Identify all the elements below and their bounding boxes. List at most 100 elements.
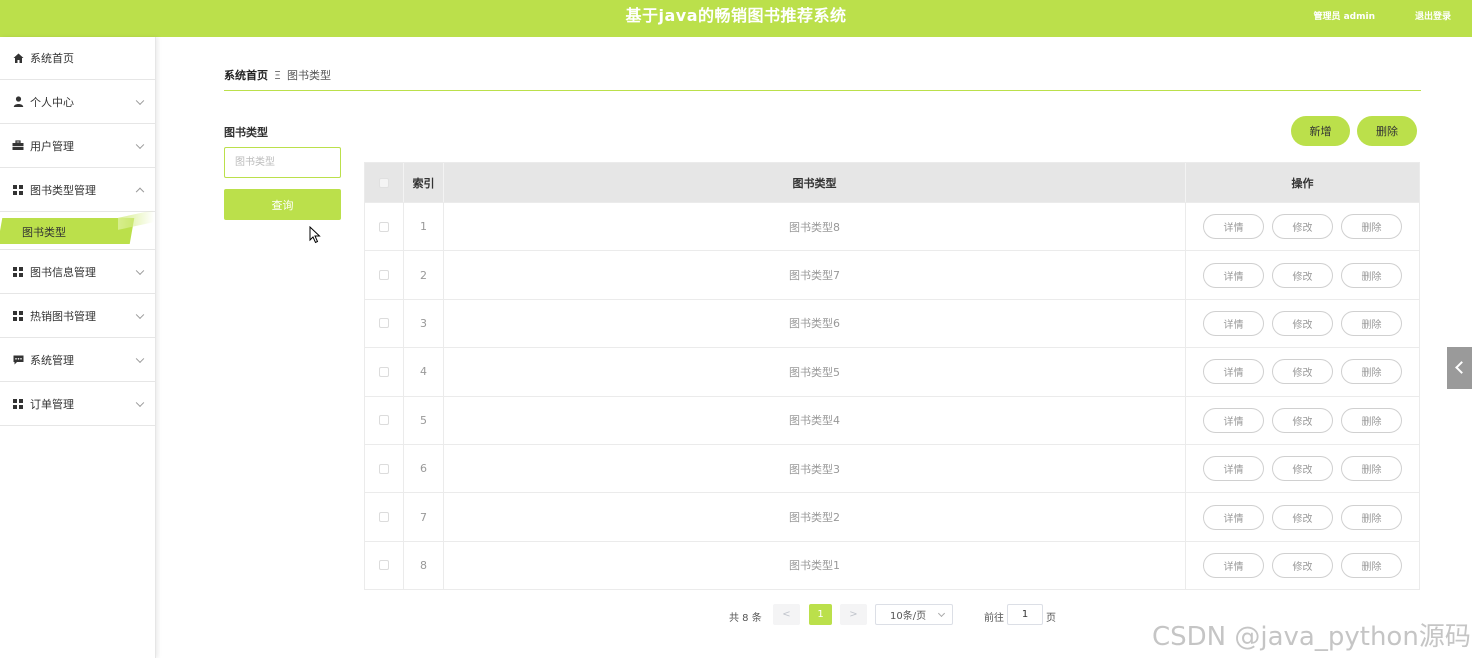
delete-button[interactable]: 删除 <box>1341 359 1402 385</box>
side-panel-toggle[interactable] <box>1447 347 1472 389</box>
top-bar: 基于java的畅销图书推荐系统 管理员 admin 退出登录 <box>0 0 1472 37</box>
row-checkbox[interactable] <box>379 318 389 329</box>
chevron-down-icon <box>135 398 145 407</box>
sidebar-item-label: 热销图书管理 <box>30 309 96 323</box>
pagination-prev-button[interactable]: < <box>773 604 800 625</box>
detail-button[interactable]: 详情 <box>1203 456 1264 482</box>
table-row: 6 图书类型3 详情 修改 删除 <box>365 443 1419 493</box>
row-book-type: 图书类型6 <box>444 299 1186 348</box>
mouse-cursor-icon <box>309 225 321 248</box>
batch-delete-button[interactable]: 删除 <box>1357 116 1417 146</box>
active-highlight <box>0 218 135 244</box>
sidebar-item-hot-books-management[interactable]: 热销图书管理 <box>0 294 155 338</box>
header-operations: 操作 <box>1291 176 1314 190</box>
delete-button[interactable]: 删除 <box>1341 504 1402 530</box>
row-book-type: 图书类型8 <box>444 203 1186 251</box>
delete-button[interactable]: 删除 <box>1341 407 1402 433</box>
delete-button[interactable]: 删除 <box>1341 214 1402 240</box>
sidebar-item-order-management[interactable]: 订单管理 <box>0 382 155 426</box>
table-row: 2 图书类型7 详情 修改 删除 <box>365 250 1419 299</box>
breadcrumb-divider <box>224 90 1421 91</box>
row-book-type: 图书类型5 <box>444 348 1186 396</box>
pagination-next-button[interactable]: > <box>840 604 867 625</box>
delete-button[interactable]: 删除 <box>1341 456 1402 482</box>
message-icon <box>12 354 24 366</box>
row-checkbox[interactable] <box>379 560 389 571</box>
select-all-checkbox[interactable] <box>379 177 389 188</box>
sidebar: 系统首页 个人中心 用户管理 图书类型管理 图书类型 图书信息管理 热销图书管理 <box>0 37 156 658</box>
pagination-page-1[interactable]: 1 <box>809 604 832 625</box>
detail-button[interactable]: 详情 <box>1203 552 1264 578</box>
detail-button[interactable]: 详情 <box>1203 262 1264 288</box>
book-type-search-input[interactable] <box>224 147 341 178</box>
table-body: 1 图书类型8 详情 修改 删除 2 图书类型7 详情 修改 删除 3 图书类型6 详情 修改 删除 4 图书类… <box>365 202 1419 590</box>
row-book-type: 图书类型3 <box>444 444 1186 493</box>
grid-icon <box>12 310 24 322</box>
sidebar-item-book-type-management[interactable]: 图书类型管理 <box>0 168 155 212</box>
breadcrumb-home[interactable]: 系统首页 <box>224 69 268 82</box>
row-book-type: 图书类型4 <box>444 396 1186 444</box>
row-book-type: 图书类型1 <box>444 541 1186 590</box>
chevron-down-icon <box>135 354 145 363</box>
row-index: 2 <box>404 251 444 299</box>
delete-button[interactable]: 删除 <box>1341 310 1402 336</box>
delete-button[interactable]: 删除 <box>1341 552 1402 578</box>
sidebar-subitem-book-type[interactable]: 图书类型 <box>0 210 155 250</box>
row-checkbox[interactable] <box>379 415 389 426</box>
row-index: 3 <box>404 299 444 348</box>
sidebar-item-system-management[interactable]: 系统管理 <box>0 338 155 382</box>
delete-button[interactable]: 删除 <box>1341 262 1402 288</box>
detail-button[interactable]: 详情 <box>1203 407 1264 433</box>
edit-button[interactable]: 修改 <box>1272 359 1333 385</box>
row-checkbox-cell <box>365 299 404 348</box>
page-size-select[interactable]: 10条/页 <box>875 604 953 625</box>
row-operations: 详情 修改 删除 <box>1186 348 1419 395</box>
edit-button[interactable]: 修改 <box>1272 504 1333 530</box>
sidebar-item-label: 用户管理 <box>30 139 74 153</box>
detail-button[interactable]: 详情 <box>1203 214 1264 240</box>
sidebar-item-users[interactable]: 用户管理 <box>0 124 155 168</box>
row-book-type: 图书类型2 <box>444 493 1186 541</box>
breadcrumb-current: 图书类型 <box>286 69 331 82</box>
detail-button[interactable]: 详情 <box>1203 310 1264 336</box>
detail-button[interactable]: 详情 <box>1203 504 1264 530</box>
row-checkbox[interactable] <box>379 270 389 281</box>
breadcrumb: 系统首页 Ξ 图书类型 <box>224 67 331 83</box>
edit-button[interactable]: 修改 <box>1272 456 1333 482</box>
search-button[interactable]: 查询 <box>224 189 341 220</box>
edit-button[interactable]: 修改 <box>1272 310 1333 336</box>
row-operations: 详情 修改 删除 <box>1186 251 1419 298</box>
add-button[interactable]: 新增 <box>1291 116 1350 146</box>
row-operations: 详情 修改 删除 <box>1186 300 1419 347</box>
edit-button[interactable]: 修改 <box>1272 262 1333 288</box>
row-checkbox[interactable] <box>379 366 389 377</box>
row-checkbox[interactable] <box>379 221 389 232</box>
row-operations: 详情 修改 删除 <box>1186 397 1419 444</box>
chevron-up-icon <box>135 187 145 196</box>
watermark: CSDN @java_python源码 <box>1152 622 1471 652</box>
table-row: 8 图书类型1 详情 修改 删除 <box>365 540 1419 590</box>
sidebar-item-profile[interactable]: 个人中心 <box>0 80 155 124</box>
sidebar-item-home[interactable]: 系统首页 <box>0 37 155 80</box>
sidebar-item-book-info-management[interactable]: 图书信息管理 <box>0 250 155 294</box>
pagination-total: 共 8 条 <box>729 613 762 624</box>
row-checkbox-cell <box>365 444 404 493</box>
chevron-down-icon <box>135 310 145 319</box>
edit-button[interactable]: 修改 <box>1272 552 1333 578</box>
row-index: 8 <box>404 541 444 590</box>
logout-link[interactable]: 退出登录 <box>1415 9 1451 22</box>
pagination-jump-input[interactable]: 1 <box>1007 604 1043 625</box>
row-operations: 详情 修改 删除 <box>1186 445 1419 492</box>
row-checkbox[interactable] <box>379 512 389 523</box>
highlight-brush-tail <box>118 210 154 230</box>
edit-button[interactable]: 修改 <box>1272 407 1333 433</box>
detail-button[interactable]: 详情 <box>1203 359 1264 385</box>
chevron-down-icon <box>135 96 145 105</box>
sidebar-item-label: 个人中心 <box>30 95 74 109</box>
row-checkbox[interactable] <box>379 463 389 474</box>
edit-button[interactable]: 修改 <box>1272 214 1333 240</box>
grid-icon <box>12 398 24 410</box>
row-index: 5 <box>404 396 444 444</box>
book-type-table: 索引 图书类型 操作 1 图书类型8 详情 修改 删除 2 图书类型7 详情 修改 删除 3 图书类型… <box>364 162 1420 591</box>
row-index: 7 <box>404 493 444 541</box>
